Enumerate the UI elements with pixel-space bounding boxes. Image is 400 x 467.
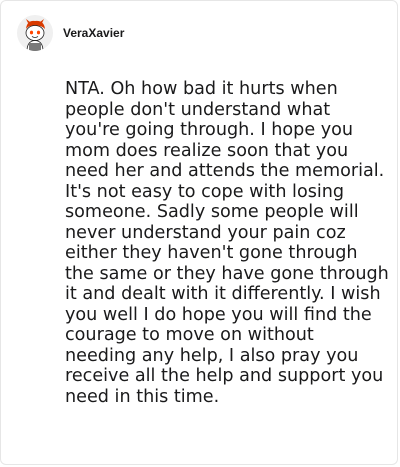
comment-header: VeraXavier xyxy=(17,15,124,51)
comment-card: VeraXavier NTA. Oh how bad it hurts when… xyxy=(0,0,398,465)
reddit-snoo-avatar-icon[interactable] xyxy=(17,15,53,51)
comment-author[interactable]: VeraXavier xyxy=(63,26,124,40)
comment-body: NTA. Oh how bad it hurts when people don… xyxy=(65,79,389,407)
